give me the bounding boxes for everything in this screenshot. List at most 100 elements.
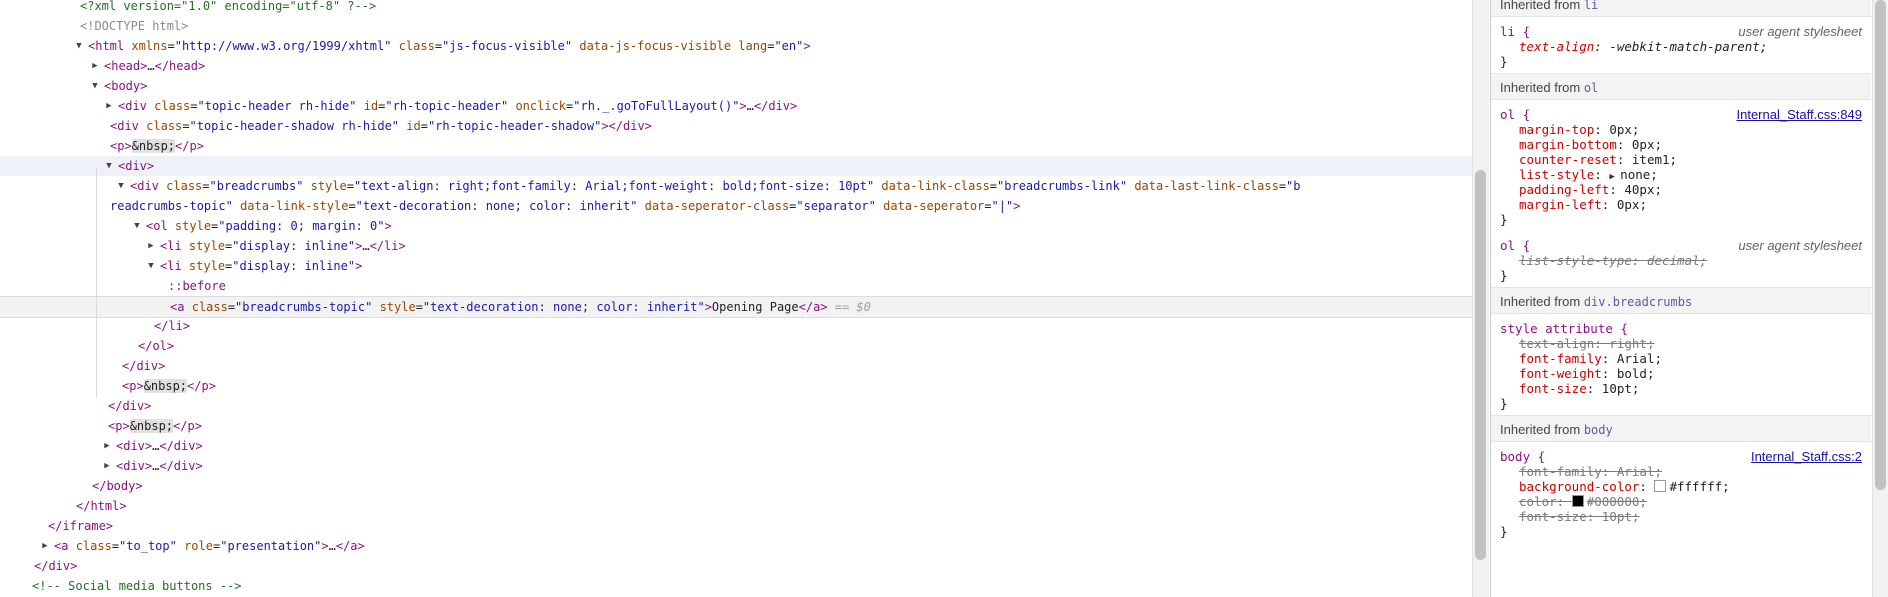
stylesheet-source-link[interactable]: Internal_Staff.css:849 xyxy=(1736,106,1862,124)
style-rule[interactable]: body {Internal_Staff.css:2 font-family: A… xyxy=(1491,442,1871,543)
css-declaration[interactable]: font-size: 10pt; xyxy=(1519,380,1639,398)
dom-node-line[interactable]: </html> xyxy=(0,496,1472,516)
expand-triangle-icon[interactable]: ▶ xyxy=(104,96,114,116)
collapse-triangle-icon[interactable]: ▼ xyxy=(132,216,142,236)
css-property-name[interactable]: font-weight xyxy=(1519,366,1602,381)
css-property-name[interactable]: text-align xyxy=(1519,336,1594,351)
dom-node-line[interactable]: ▼ <body> xyxy=(0,76,1472,96)
css-property-value[interactable]: 40px xyxy=(1624,182,1654,197)
css-property-value[interactable]: 10pt xyxy=(1602,509,1632,524)
collapse-triangle-icon[interactable]: ▼ xyxy=(90,76,100,96)
css-property-value[interactable]: decimal xyxy=(1647,253,1700,268)
expand-triangle-icon[interactable]: ▶ xyxy=(90,56,100,76)
dom-node-line[interactable]: ▶ <li style="display: inline">…</li> xyxy=(0,236,1472,256)
dom-node-line[interactable]: <!-- Social media buttons --> xyxy=(0,576,1472,596)
expand-triangle-icon[interactable]: ▶ xyxy=(146,236,156,256)
inherited-selector-link[interactable]: body xyxy=(1584,423,1613,437)
css-property-value[interactable]: -webkit-match-parent xyxy=(1609,39,1760,54)
css-property-name[interactable]: font-family xyxy=(1519,464,1602,479)
dom-node-line[interactable]: <p>&nbsp;</p> xyxy=(0,136,1472,156)
css-declaration[interactable]: margin-left: 0px; xyxy=(1519,196,1647,214)
stylesheet-source-link[interactable]: Internal_Staff.css:2 xyxy=(1751,448,1862,466)
dom-node-line[interactable]: ▼ <li style="display: inline"> xyxy=(0,256,1472,276)
dom-node-line[interactable]: ▶ <head>…</head> xyxy=(0,56,1472,76)
dom-node-line[interactable]: </body> xyxy=(0,476,1472,496)
expand-triangle-icon[interactable]: ▶ xyxy=(102,436,112,456)
dom-node-line[interactable]: ▶ <div class="topic-header rh-hide" id="r… xyxy=(0,96,1472,116)
dom-node-line[interactable]: ▶ <a class="to_top" role="presentation">…… xyxy=(0,536,1472,556)
css-property-value[interactable]: item1 xyxy=(1632,152,1670,167)
elements-tree[interactable]: <?xml version="1.0" encoding="utf-8" ?--… xyxy=(0,0,1472,597)
css-property-value[interactable]: bold xyxy=(1617,366,1647,381)
dom-node-line[interactable]: ▼ <ol style="padding: 0; margin: 0"> xyxy=(0,216,1472,236)
dom-node-line[interactable]: ▶ <div>…</div> xyxy=(0,436,1472,456)
style-rule[interactable]: li {user agent stylesheet text-align: -we… xyxy=(1491,17,1871,73)
color-swatch-icon[interactable] xyxy=(1654,480,1667,492)
css-property-name[interactable]: counter-reset xyxy=(1519,152,1617,167)
style-rule[interactable]: ol {Internal_Staff.css:849 margin-top: 0p… xyxy=(1491,100,1871,231)
dom-node-line[interactable]: <p>&nbsp;</p> xyxy=(0,416,1472,436)
collapse-triangle-icon[interactable]: ▼ xyxy=(146,256,156,276)
css-property-value[interactable]: right xyxy=(1609,336,1647,351)
dom-node-line[interactable]: </div> xyxy=(0,356,1472,376)
dom-node-line[interactable]: <p>&nbsp;</p> xyxy=(0,376,1472,396)
styles-scrollbar[interactable] xyxy=(1872,0,1888,597)
styles-pane[interactable]: Inherited from li li {user agent styleshe… xyxy=(1490,0,1871,597)
dom-node-line[interactable]: </div> xyxy=(0,396,1472,416)
css-declaration[interactable]: text-align: -webkit-match-parent; xyxy=(1519,38,1767,56)
dom-node-line[interactable]: <?xml version="1.0" encoding="utf-8" ?--… xyxy=(0,0,1472,16)
rule-selector[interactable]: ol { xyxy=(1500,238,1530,253)
css-property-value[interactable]: Arial xyxy=(1617,351,1655,366)
rule-selector[interactable]: style attribute { xyxy=(1500,321,1628,336)
css-property-value[interactable]: Arial xyxy=(1617,464,1655,479)
elements-scrollbar-thumb[interactable] xyxy=(1475,170,1486,560)
elements-scrollbar[interactable] xyxy=(1472,0,1489,597)
expand-triangle-icon[interactable]: ▶ xyxy=(40,536,50,556)
css-property-value[interactable]: 0px xyxy=(1609,122,1632,137)
css-declaration[interactable]: list-style-type: decimal; xyxy=(1519,252,1707,270)
dom-node-line[interactable]: <div class="topic-header-shadow rh-hide"… xyxy=(0,116,1472,136)
rule-selector[interactable]: li { xyxy=(1500,24,1530,39)
style-rule[interactable]: ol {user agent stylesheet list-style-type… xyxy=(1491,231,1871,287)
css-property-value[interactable]: 10pt xyxy=(1602,381,1632,396)
expand-triangle-icon[interactable]: ▶ xyxy=(102,456,112,476)
css-property-name[interactable]: margin-top xyxy=(1519,122,1594,137)
dom-node-line[interactable]: </iframe> xyxy=(0,516,1472,536)
dom-node-line[interactable]: readcrumbs-topic" data-link-style="text-… xyxy=(0,196,1472,216)
css-property-name[interactable]: margin-left xyxy=(1519,197,1602,212)
css-property-value[interactable]: 0px xyxy=(1632,137,1655,152)
collapse-triangle-icon[interactable]: ▼ xyxy=(104,156,114,176)
dom-node-line[interactable]: ▼ <html xmlns="http://www.w3.org/1999/xht… xyxy=(0,36,1472,56)
css-declaration[interactable]: font-size: 10pt; xyxy=(1519,508,1639,526)
styles-scrollbar-thumb[interactable] xyxy=(1875,0,1886,490)
css-property-value[interactable]: #000000 xyxy=(1587,494,1640,509)
color-swatch-icon[interactable] xyxy=(1571,495,1584,507)
style-rule[interactable]: style attribute {text-align: right; font-… xyxy=(1491,314,1871,415)
css-property-name[interactable]: font-size xyxy=(1519,509,1587,524)
rule-selector[interactable]: ol { xyxy=(1500,107,1530,122)
dom-node-line[interactable]: </div> xyxy=(0,556,1472,576)
inherited-selector-link[interactable]: li xyxy=(1584,0,1598,12)
dom-node-line[interactable]: ▶ <div>…</div> xyxy=(0,456,1472,476)
rule-selector[interactable]: body { xyxy=(1500,449,1545,464)
css-property-name[interactable]: margin-bottom xyxy=(1519,137,1617,152)
collapse-triangle-icon[interactable]: ▼ xyxy=(116,176,126,196)
css-property-name[interactable]: background-color xyxy=(1519,479,1639,494)
dom-node-line[interactable]: </li> xyxy=(0,316,1472,336)
dom-node-line[interactable]: ::before xyxy=(0,276,1472,296)
inherited-selector-link[interactable]: ol xyxy=(1584,81,1598,95)
css-property-value[interactable]: #ffffff xyxy=(1669,479,1722,494)
css-property-name[interactable]: list-style xyxy=(1519,167,1594,182)
css-property-name[interactable]: text-align xyxy=(1519,39,1594,54)
dom-node-line[interactable]: ▼ <div class="breadcrumbs" style="text-al… xyxy=(0,176,1472,196)
css-property-value[interactable]: none xyxy=(1620,167,1650,182)
dom-node-line[interactable]: </ol> xyxy=(0,336,1472,356)
css-property-value[interactable]: 0px xyxy=(1617,197,1640,212)
css-property-name[interactable]: font-family xyxy=(1519,351,1602,366)
dom-node-line[interactable]: ▼ <div> xyxy=(0,156,1472,176)
dom-node-line[interactable]: <!DOCTYPE html> xyxy=(0,16,1472,36)
inherited-selector-link[interactable]: div.breadcrumbs xyxy=(1584,295,1692,309)
css-property-name[interactable]: font-size xyxy=(1519,381,1587,396)
css-property-name[interactable]: list-style-type xyxy=(1519,253,1632,268)
css-property-name[interactable]: padding-left xyxy=(1519,182,1609,197)
